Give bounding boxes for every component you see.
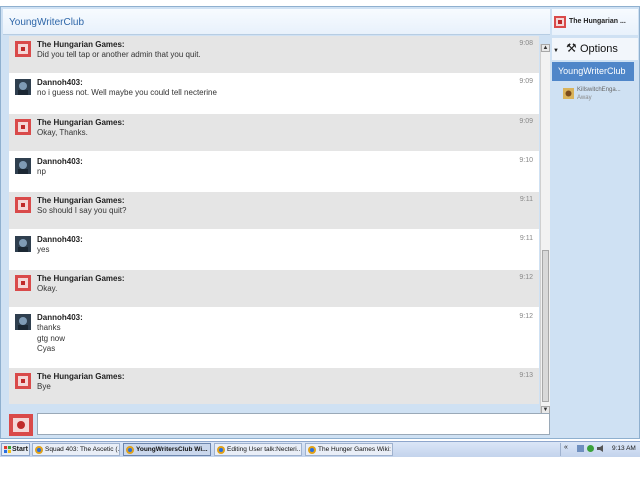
chat-message: Dannoh403: 9:09 no i guess not. Well maybe…	[9, 74, 539, 111]
message-author[interactable]: Dannoh403:	[37, 157, 83, 166]
message-text: Okay.	[37, 284, 58, 293]
options-button[interactable]: Options	[580, 43, 618, 55]
network-icon[interactable]	[577, 445, 584, 452]
chat-message: Dannoh403: 9:11 yes	[9, 231, 539, 268]
message-scrollbar[interactable]: ▲ ▼	[540, 44, 550, 414]
message-text: Did you tell tap or another admin that y…	[37, 50, 201, 59]
message-text: yes	[37, 245, 50, 254]
taskbar-button-label: YoungWritersClub Wi...	[136, 446, 208, 453]
options-bar[interactable]: ▼ ⚒ Options	[552, 38, 638, 60]
message-input[interactable]	[37, 413, 550, 435]
sidebar-user-name: KillswitchEnga...	[577, 87, 621, 93]
room-tab[interactable]: YoungWriterClub	[552, 62, 634, 81]
start-button[interactable]: Start	[1, 443, 30, 456]
message-time: 9:12	[519, 274, 533, 281]
message-author[interactable]: Dannoh403:	[37, 313, 83, 322]
message-time: 9:11	[519, 235, 533, 242]
message-time: 9:13	[519, 372, 533, 379]
dannoh-avatar-icon	[15, 158, 31, 174]
chat-title: YoungWriterClub	[9, 17, 85, 28]
chat-message: The Hungarian Games: 9:08 Did you tell tap…	[9, 36, 539, 73]
dannoh-avatar-icon	[15, 314, 31, 330]
dannoh-avatar-icon	[15, 79, 31, 95]
message-text: np	[37, 167, 46, 176]
start-label: Start	[12, 446, 28, 453]
scroll-up-button[interactable]: ▲	[541, 44, 550, 52]
browser-icon	[308, 446, 316, 454]
chat-window: YoungWriterClub The Hungarian ... The Hu…	[0, 6, 640, 439]
hungarian-games-avatar-icon	[554, 16, 566, 28]
self-avatar-icon	[9, 414, 33, 436]
chat-message: The Hungarian Games: 9:09 Okay, Thanks.	[9, 114, 539, 151]
dropdown-arrow-icon[interactable]: ▼	[553, 48, 559, 54]
message-time: 9:12	[519, 313, 533, 320]
user-avatar-icon	[563, 88, 574, 99]
tools-icon: ⚒	[566, 41, 577, 55]
message-author[interactable]: Dannoh403:	[37, 78, 83, 87]
windows-logo-icon	[4, 446, 11, 453]
sidebar-user-item[interactable]: KillswitchEnga... Away	[563, 87, 633, 107]
taskbar-window-button[interactable]: Editing User talk:Necteri...	[214, 443, 302, 456]
browser-icon	[35, 446, 43, 454]
taskbar-window-button[interactable]: Squad 403: The Ascetic (...	[32, 443, 120, 456]
taskbar-window-button[interactable]: The Hunger Games Wiki: ...	[305, 443, 393, 456]
chat-message: The Hungarian Games: 9:12 Okay.	[9, 270, 539, 307]
current-user-header[interactable]: The Hungarian ...	[552, 9, 638, 35]
message-text: no i guess not. Well maybe you could tel…	[37, 88, 217, 97]
message-time: 9:11	[519, 196, 533, 203]
current-user-name: The Hungarian ...	[569, 18, 626, 25]
message-time: 9:09	[519, 78, 533, 85]
taskbar-button-label: Editing User talk:Necteri...	[227, 446, 302, 453]
message-author[interactable]: Dannoh403:	[37, 235, 83, 244]
message-list[interactable]: The Hungarian Games: 9:08 Did you tell tap…	[9, 36, 539, 404]
message-text: Cyas	[37, 344, 56, 353]
taskbar-button-label: The Hunger Games Wiki: ...	[318, 446, 393, 453]
message-author[interactable]: The Hungarian Games:	[37, 274, 125, 283]
chat-message: The Hungarian Games: 9:13 Bye	[9, 368, 539, 404]
message-input-area	[3, 409, 550, 438]
hungarian-games-avatar-icon	[15, 275, 31, 291]
hungarian-games-avatar-icon	[15, 119, 31, 135]
browser-icon	[217, 446, 225, 454]
chat-message: Dannoh403: 9:12 thanks gtg now Cyas	[9, 309, 539, 366]
taskbar-window-button[interactable]: YoungWritersClub Wi...	[123, 443, 211, 456]
system-tray: « 9:13 AM	[560, 443, 639, 456]
hungarian-games-avatar-icon	[15, 373, 31, 389]
message-author[interactable]: The Hungarian Games:	[37, 196, 125, 205]
dannoh-avatar-icon	[15, 236, 31, 252]
message-text: Okay, Thanks.	[37, 128, 88, 137]
volume-icon[interactable]	[597, 445, 604, 452]
message-author[interactable]: The Hungarian Games:	[37, 40, 125, 49]
clock: 9:13 AM	[612, 445, 636, 452]
message-author[interactable]: The Hungarian Games:	[37, 118, 125, 127]
message-time: 9:09	[519, 118, 533, 125]
message-text: gtg now	[37, 333, 66, 343]
tray-expand-icon[interactable]: «	[564, 444, 568, 451]
message-time: 9:08	[519, 40, 533, 47]
message-time: 9:10	[519, 157, 533, 164]
message-text: So should I say you quit?	[37, 206, 127, 215]
message-text: thanks	[37, 323, 61, 332]
sidebar-user-status: Away	[577, 95, 592, 101]
hungarian-games-avatar-icon	[15, 41, 31, 57]
chat-header: YoungWriterClub	[3, 9, 550, 35]
taskbar-button-label: Squad 403: The Ascetic (...	[45, 446, 120, 453]
chat-message: Dannoh403: 9:10 np	[9, 153, 539, 190]
scroll-thumb[interactable]	[542, 250, 549, 402]
security-icon[interactable]	[587, 445, 594, 452]
hungarian-games-avatar-icon	[15, 197, 31, 213]
chat-message: The Hungarian Games: 9:11 So should I say …	[9, 192, 539, 229]
message-text: Bye	[37, 382, 51, 391]
message-author[interactable]: The Hungarian Games:	[37, 372, 125, 381]
taskbar: Start Squad 403: The Ascetic (... YoungWr…	[0, 441, 640, 457]
room-tab-label: YoungWriterClub	[558, 66, 626, 76]
browser-icon	[126, 446, 134, 454]
